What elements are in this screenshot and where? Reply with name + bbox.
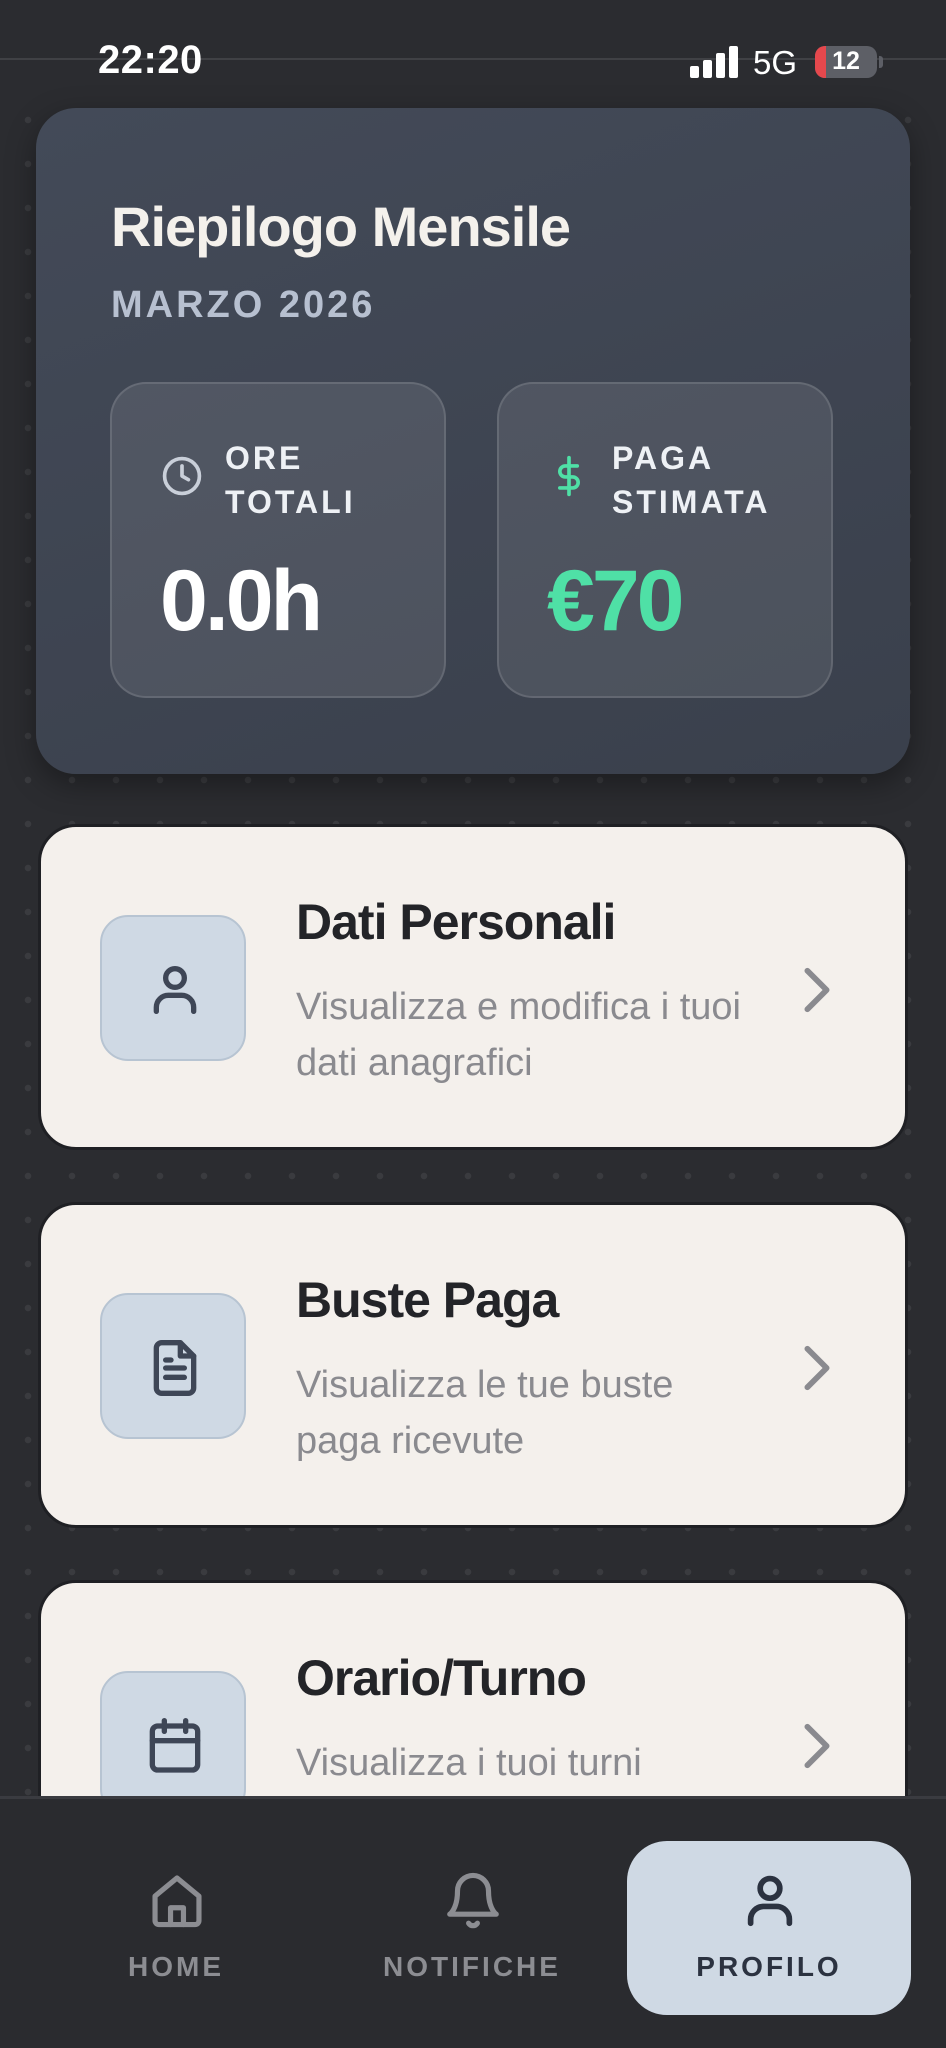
network-type: 5G xyxy=(753,44,798,81)
nav-notifications-tab[interactable]: NOTIFICHE xyxy=(330,1841,614,2015)
estimated-pay-label: PAGA STIMATA xyxy=(612,440,771,520)
status-bar: 22:20 5G 12 xyxy=(0,0,946,110)
schedule-subtitle: Visualizza i tuoi turni xyxy=(296,1742,642,1784)
profile-screen: 22:20 5G 12 Riepilogo Mensile MARZO 2026… xyxy=(0,0,946,2048)
battery-level: 12 xyxy=(832,47,860,75)
clock-icon xyxy=(162,456,202,496)
chevron-right-icon xyxy=(804,967,830,1013)
chevron-right-icon xyxy=(804,1345,830,1391)
personal-data-title: Dati Personali xyxy=(296,894,616,950)
personal-data-card[interactable]: Dati Personali Visualizza e modifica i t… xyxy=(38,824,908,1150)
battery-tip xyxy=(879,56,883,68)
payslips-subtitle: Visualizza le tue buste paga ricevute xyxy=(296,1364,674,1462)
estimated-pay-stat: PAGA STIMATA €70 xyxy=(497,382,833,698)
dollar-icon xyxy=(558,455,580,497)
chevron-right-icon xyxy=(804,1723,830,1769)
home-icon xyxy=(152,1875,202,1928)
status-time: 22:20 xyxy=(98,38,203,82)
payslips-card[interactable]: Buste Paga Visualizza le tue buste paga … xyxy=(38,1202,908,1528)
signal-icon xyxy=(690,46,740,78)
payslips-title: Buste Paga xyxy=(296,1272,559,1328)
payslips-icon-box xyxy=(100,1293,246,1439)
nav-home-tab[interactable]: HOME xyxy=(34,1841,318,2015)
total-hours-label: ORE TOTALI xyxy=(225,440,356,520)
user-icon xyxy=(747,1875,793,1927)
user-icon xyxy=(153,966,197,1014)
summary-month: MARZO 2026 xyxy=(111,284,376,326)
total-hours-value: 0.0h xyxy=(160,553,323,649)
nav-profile-tab[interactable]: PROFILO xyxy=(627,1841,911,2015)
personal-data-subtitle: Visualizza e modifica i tuoi dati anagra… xyxy=(296,986,741,1084)
calendar-icon xyxy=(149,1718,201,1773)
nav-profile-label: PROFILO xyxy=(696,1951,842,1982)
nav-home-label: HOME xyxy=(128,1951,224,1982)
bell-icon xyxy=(447,1872,499,1929)
bottom-navigation: HOME NOTIFICHE PROFILO xyxy=(0,1796,946,2048)
document-icon xyxy=(153,1340,197,1396)
schedule-title: Orario/Turno xyxy=(296,1650,587,1706)
summary-title: Riepilogo Mensile xyxy=(111,195,571,258)
personal-data-icon-box xyxy=(100,915,246,1061)
battery-icon: 12 xyxy=(815,46,877,78)
total-hours-stat: ORE TOTALI 0.0h xyxy=(110,382,446,698)
nav-notifications-label: NOTIFICHE xyxy=(383,1951,561,1982)
estimated-pay-value: €70 xyxy=(547,553,684,649)
monthly-summary-card: Riepilogo Mensile MARZO 2026 ORE TOTALI … xyxy=(36,108,910,774)
